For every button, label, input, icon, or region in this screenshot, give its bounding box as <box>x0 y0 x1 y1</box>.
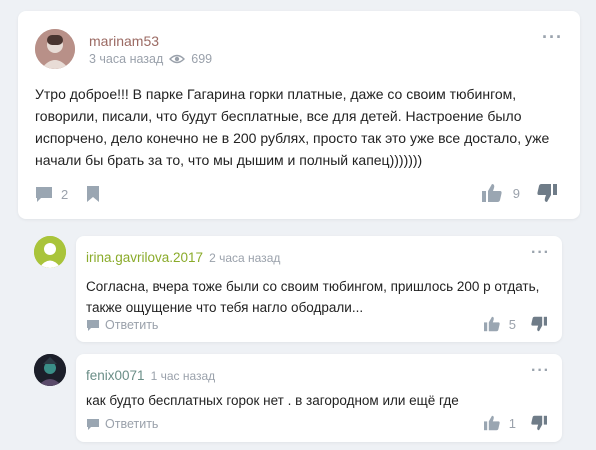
reply-card: fenix0071 1 час назад ··· как будто бесп… <box>34 354 562 442</box>
post-views: 699 <box>191 52 213 66</box>
reply-header: irina.gavrilova.2017 2 часа назад <box>86 250 280 265</box>
comments-count[interactable]: 2 <box>61 187 68 202</box>
more-dots-icon[interactable]: ··· <box>531 363 550 379</box>
avatar-image <box>34 354 66 386</box>
avatar-image <box>34 236 66 268</box>
bookmark-icon[interactable] <box>86 185 100 203</box>
thumbs-down-icon[interactable] <box>530 415 548 431</box>
post-left-actions: 2 <box>35 185 100 203</box>
thumbs-down-icon[interactable] <box>530 316 548 332</box>
avatar[interactable] <box>34 354 66 386</box>
reply-header: fenix0071 1 час назад <box>86 368 215 383</box>
reply-username[interactable]: irina.gavrilova.2017 <box>86 250 203 265</box>
more-dots-icon[interactable]: ··· <box>542 28 563 46</box>
thumbs-up-icon[interactable] <box>483 316 501 332</box>
post-vote-actions: 9 <box>481 183 558 203</box>
likes-count: 5 <box>508 316 516 332</box>
likes-count: 9 <box>512 185 520 201</box>
thumbs-up-icon[interactable] <box>483 415 501 431</box>
reply-label: Ответить <box>105 318 159 332</box>
more-dots-icon[interactable]: ··· <box>531 245 550 261</box>
post-card: marinam53 3 часа назад 699 ··· Утро добр… <box>18 11 580 219</box>
post-username[interactable]: marinam53 <box>89 33 159 49</box>
reply-text: Согласна, вчера тоже были со своим тюбин… <box>86 279 540 315</box>
post-time: 3 часа назад <box>89 52 164 66</box>
avatar-image <box>35 29 75 69</box>
avatar[interactable] <box>35 29 75 69</box>
reply-button[interactable]: Ответить <box>86 417 158 431</box>
reply-vote-actions: 5 <box>483 316 548 332</box>
reply-time: 2 часа назад <box>209 251 281 265</box>
thumbs-up-icon[interactable] <box>481 183 503 203</box>
thumbs-down-icon[interactable] <box>536 183 558 203</box>
reply-label: Ответить <box>105 417 159 431</box>
eye-icon <box>169 53 186 65</box>
likes-count: 1 <box>508 415 516 431</box>
reply-button[interactable]: Ответить <box>86 318 158 332</box>
reply-vote-actions: 1 <box>483 415 548 431</box>
comment-icon[interactable] <box>35 186 53 203</box>
reply-time: 1 час назад <box>150 369 216 383</box>
reply-username[interactable]: fenix0071 <box>86 368 145 383</box>
reply-text: как будто бесплатных горок нет . в загор… <box>86 393 459 408</box>
post-meta: 3 часа назад 699 <box>89 52 212 66</box>
reply-card: irina.gavrilova.2017 2 часа назад ··· Со… <box>34 236 562 342</box>
comment-icon <box>86 319 100 332</box>
avatar[interactable] <box>34 236 66 268</box>
post-text: Утро доброе!!! В парке Гагарина горки пл… <box>35 86 550 168</box>
comment-icon <box>86 418 100 431</box>
